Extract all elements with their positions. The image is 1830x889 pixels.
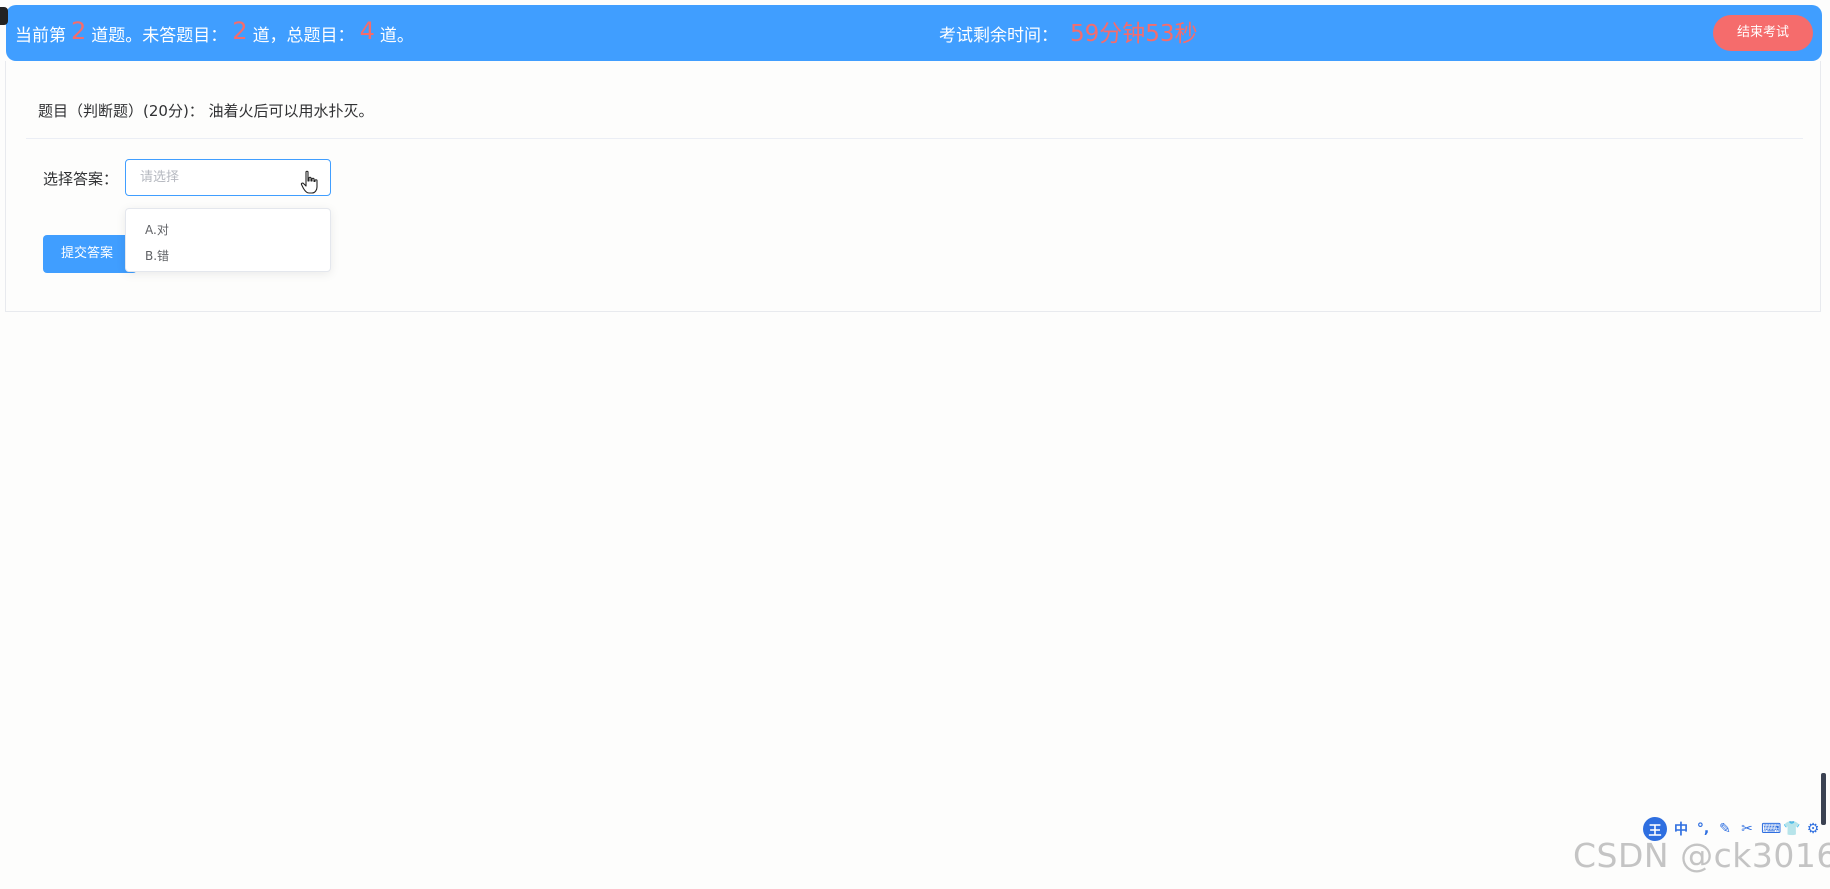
timer-value: 59分钟53秒	[1070, 21, 1198, 47]
option-b[interactable]: B.错	[145, 247, 169, 264]
scrollbar-handle[interactable]	[1821, 773, 1826, 825]
submit-answer-button[interactable]: 提交答案	[43, 235, 137, 273]
unanswered-count: 2	[232, 17, 248, 45]
ime-handwriting-icon[interactable]: ✎	[1717, 821, 1733, 837]
end-exam-button[interactable]: 结束考试	[1713, 15, 1813, 51]
option-a[interactable]: A.对	[145, 221, 169, 238]
ime-screenshot-icon[interactable]: ✂	[1739, 821, 1755, 837]
exam-timer: 考试剩余时间： 59分钟53秒	[939, 5, 1198, 61]
question-text: 题目（判断题）(20分)： 油着火后可以用水扑灭。	[38, 102, 374, 120]
hand-pointer-icon	[300, 170, 318, 194]
select-placeholder: 请选择	[140, 170, 180, 185]
divider	[26, 138, 1803, 139]
ime-keyboard-icon[interactable]: ⌨	[1761, 821, 1781, 837]
status-prefix: 当前第	[15, 25, 66, 46]
progress-status: 当前第 2 道题。未答题目： 2 道，总题目： 4 道。	[15, 5, 414, 61]
cursor-artifact	[0, 7, 8, 25]
answer-label: 选择答案：	[43, 170, 119, 188]
current-question-number: 2	[71, 17, 87, 45]
ime-punctuation-icon[interactable]: °,	[1695, 821, 1711, 837]
ime-settings-icon[interactable]: ⚙	[1805, 821, 1821, 837]
answer-dropdown: A.对 B.错	[125, 208, 331, 272]
total-count: 4	[359, 17, 375, 45]
status-mid-2: 道，总题目：	[252, 25, 355, 46]
exam-header-bar: 当前第 2 道题。未答题目： 2 道，总题目： 4 道。 考试剩余时间： 59分…	[6, 5, 1822, 61]
timer-label: 考试剩余时间：	[939, 25, 1058, 46]
status-suffix: 道。	[379, 25, 414, 46]
ime-skin-icon[interactable]: 👕	[1783, 821, 1800, 837]
status-mid-1: 道题。未答题目：	[91, 25, 228, 46]
watermark: CSDN @ck3016	[1573, 836, 1830, 875]
